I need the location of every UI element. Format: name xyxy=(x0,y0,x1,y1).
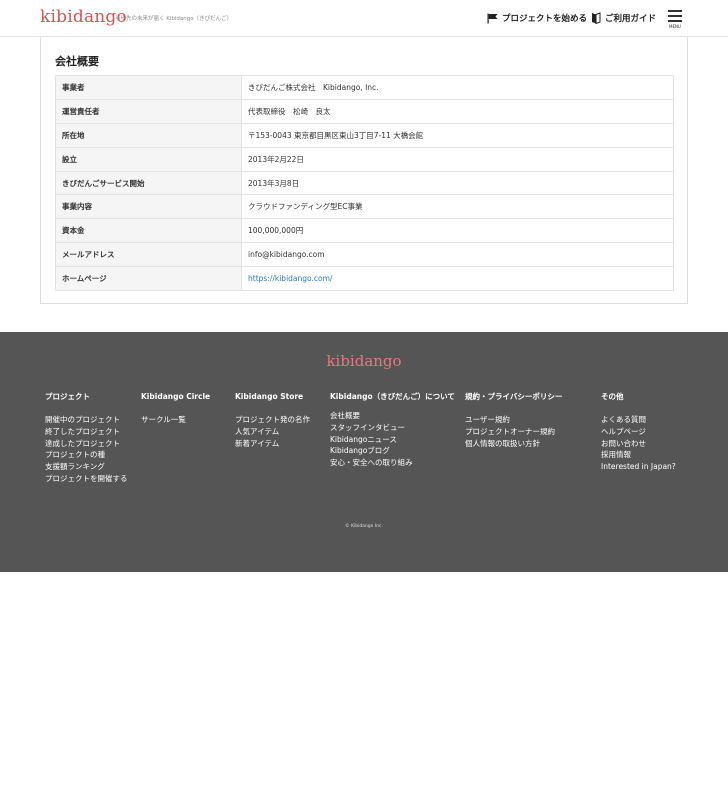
footer-heading: Kibidango Circle xyxy=(141,392,211,401)
footer-link[interactable]: スタッフインタビュー xyxy=(330,422,456,434)
row-key: 事業者 xyxy=(55,75,242,100)
guide-book-icon xyxy=(592,12,601,24)
row-value: info@kibidango.com xyxy=(241,242,674,268)
row-key: きびだんごサービス開始 xyxy=(55,170,242,196)
menu-icon-bar xyxy=(668,15,682,17)
site-footer: kibidango プロジェクト 開催中のプロジェクト 終了したプロジェクト 達… xyxy=(0,332,728,572)
start-project-link[interactable]: プロジェクトを始める xyxy=(487,12,587,24)
company-info-section: 会社概要 事業者 きびだんご株式会社 Kibidango, Inc. 運営責任者… xyxy=(40,37,688,304)
row-key: 運営責任者 xyxy=(55,98,242,124)
row-value: 100,000,000円 xyxy=(241,218,674,244)
table-row: 運営責任者 代表取締役 松崎 良太 xyxy=(55,98,674,124)
footer-link[interactable]: プロジェクト発の名作 xyxy=(235,414,323,426)
footer-heading: その他 xyxy=(601,392,624,401)
footer-link[interactable]: よくある質問 xyxy=(601,414,711,426)
footer-link[interactable]: 新着アイテム xyxy=(235,438,323,450)
table-row: メールアドレス info@kibidango.com xyxy=(55,242,674,268)
row-value: 代表取締役 松崎 良太 xyxy=(241,98,674,124)
row-key: 事業内容 xyxy=(55,194,242,220)
menu-icon-bar xyxy=(668,20,682,22)
footer-link[interactable]: お問い合わせ xyxy=(601,438,711,450)
row-value: 2013年3月8日 xyxy=(241,170,674,196)
table-row: ホームページ https://kibidango.com/ xyxy=(55,266,674,292)
footer-link[interactable]: 個人情報の取扱い方針 xyxy=(465,438,590,450)
footer-link[interactable]: Kibidangoブログ xyxy=(330,445,456,457)
homepage-link[interactable]: https://kibidango.com/ xyxy=(248,274,332,283)
footer-column-store: Kibidango Store プロジェクト発の名作 人気アイテム 新着アイテム xyxy=(235,391,323,449)
footer-link[interactable]: 開催中のプロジェクト xyxy=(45,414,130,426)
footer-link[interactable]: Kibidangoニュース xyxy=(330,434,456,446)
footer-column-project: プロジェクト 開催中のプロジェクト 終了したプロジェクト 達成したプロジェクト … xyxy=(45,391,130,485)
footer-link[interactable]: 支援額ランキング xyxy=(45,461,130,473)
guide-link[interactable]: ご利用ガイド xyxy=(591,12,656,24)
footer-link[interactable]: 終了したプロジェクト xyxy=(45,426,130,438)
row-value: https://kibidango.com/ xyxy=(241,266,674,292)
footer-link[interactable]: プロジェクトを開催する xyxy=(45,473,130,485)
footer-logo[interactable]: kibidango xyxy=(0,352,728,370)
footer-link[interactable]: 採用情報 xyxy=(601,449,711,461)
site-tagline: 半歩先の未来が届く Kibidango（きびだんご） xyxy=(115,16,233,22)
row-value: 2013年2月22日 xyxy=(241,146,674,172)
footer-link[interactable]: ヘルプページ xyxy=(601,426,711,438)
footer-heading: Kibidango Store xyxy=(235,392,304,401)
table-row: 所在地 〒153-0043 東京都目黒区東山3丁目7-11 大橋会館 xyxy=(55,122,674,148)
footer-column-about: Kibidango（きびだんご）について 会社概要 スタッフインタビュー Kib… xyxy=(330,391,456,469)
row-key: メールアドレス xyxy=(55,242,242,268)
footer-link[interactable]: ユーザー規約 xyxy=(465,414,590,426)
footer-column-circle: Kibidango Circle サークル一覧 xyxy=(141,391,229,426)
row-key: ホームページ xyxy=(55,266,242,292)
menu-button[interactable]: MENU xyxy=(667,9,683,31)
footer-link[interactable]: プロジェクトオーナー規約 xyxy=(465,426,590,438)
menu-icon-bar xyxy=(668,10,682,12)
row-value: きびだんご株式会社 Kibidango, Inc. xyxy=(241,75,674,100)
table-row: きびだんごサービス開始 2013年3月8日 xyxy=(55,170,674,196)
start-project-label: プロジェクトを始める xyxy=(502,14,588,24)
table-row: 事業者 きびだんご株式会社 Kibidango, Inc. xyxy=(55,75,674,100)
footer-link[interactable]: 安心・安全への取り組み xyxy=(330,457,456,469)
footer-heading: Kibidango（きびだんご）について xyxy=(330,392,455,401)
company-info-table: 事業者 きびだんご株式会社 Kibidango, Inc. 運営責任者 代表取締… xyxy=(55,75,674,292)
footer-link[interactable]: 会社概要 xyxy=(330,410,456,422)
row-value: 〒153-0043 東京都目黒区東山3丁目7-11 大橋会館 xyxy=(241,122,674,148)
row-key: 所在地 xyxy=(55,122,242,148)
footer-link[interactable]: プロジェクトの種 xyxy=(45,449,130,461)
row-key: 資本金 xyxy=(55,218,242,244)
site-logo[interactable]: kibidango xyxy=(40,7,127,27)
footer-heading: 規約・プライバシーポリシー xyxy=(465,392,563,401)
table-row: 資本金 100,000,000円 xyxy=(55,218,674,244)
footer-link[interactable]: 達成したプロジェクト xyxy=(45,438,130,450)
footer-column-terms: 規約・プライバシーポリシー ユーザー規約 プロジェクトオーナー規約 個人情報の取… xyxy=(465,391,590,449)
guide-label: ご利用ガイド xyxy=(605,14,657,24)
footer-link[interactable]: サークル一覧 xyxy=(141,414,229,426)
company-info-title: 会社概要 xyxy=(55,55,99,68)
copyright: © Kibidango Inc. xyxy=(345,524,383,529)
row-value: クラウドファンディング型EC事業 xyxy=(241,194,674,220)
table-row: 設立 2013年2月22日 xyxy=(55,146,674,172)
footer-column-other: その他 よくある質問 ヘルプページ お問い合わせ 採用情報 Interested… xyxy=(601,391,711,473)
flag-icon xyxy=(487,13,498,23)
footer-link[interactable]: Interested in Japan? xyxy=(601,461,711,473)
footer-heading: プロジェクト xyxy=(45,392,90,401)
footer-link[interactable]: 人気アイテム xyxy=(235,426,323,438)
row-key: 設立 xyxy=(55,146,242,172)
site-header: kibidango 半歩先の未来が届く Kibidango（きびだんご） プロジ… xyxy=(0,0,728,37)
menu-label: MENU xyxy=(669,24,681,29)
table-row: 事業内容 クラウドファンディング型EC事業 xyxy=(55,194,674,220)
